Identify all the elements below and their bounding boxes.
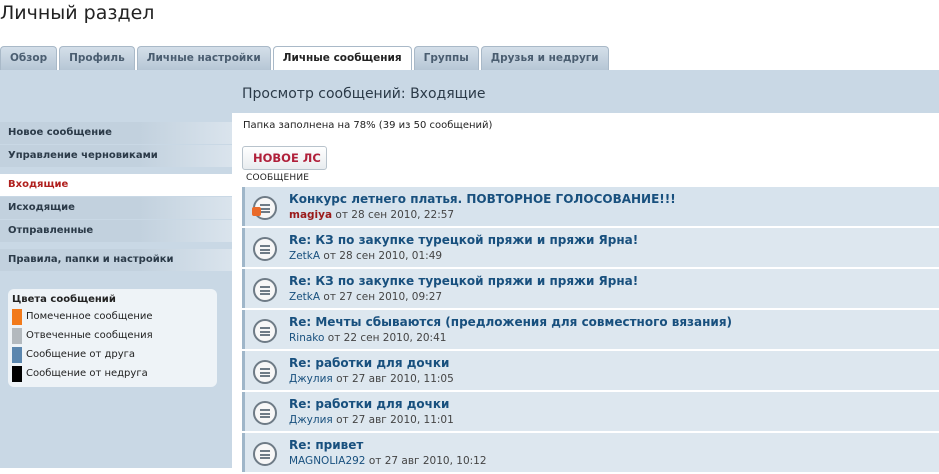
message-unread-icon (252, 196, 277, 220)
message-subject-link[interactable]: Re: КЗ по закупке турецкой пряжи и пряжи… (289, 233, 638, 247)
page-title: Личный раздел (0, 2, 155, 24)
tab-friends-foes[interactable]: Друзья и недруги (480, 46, 609, 70)
message-panel: Папка заполнена на 78% (39 из 50 сообщен… (232, 113, 939, 472)
message-subject-link[interactable]: Re: работки для дочки (289, 356, 449, 370)
message-row[interactable]: Конкурс летнего платья. ПОВТОРНОЕ ГОЛОСО… (242, 187, 939, 226)
message-date: от 27 авг 2010, 11:01 (336, 414, 454, 426)
message-meta: Rinako от 22 сен 2010, 20:41 (289, 332, 446, 344)
message-author-link[interactable]: MAGNOLIA292 (289, 455, 365, 467)
legend-label: Помеченное сообщение (26, 311, 153, 322)
tab-personal-settings[interactable]: Личные настройки (136, 46, 271, 70)
message-date: от 22 сен 2010, 20:41 (327, 332, 447, 344)
message-meta: Джулия от 27 авг 2010, 11:05 (289, 373, 454, 385)
tab-overview[interactable]: Обзор (0, 46, 58, 70)
message-colors-legend: Цвета сообщений Помеченное сообщение Отв… (8, 289, 217, 387)
sidebar-item-new-message[interactable]: Новое сообщение (0, 122, 232, 144)
message-row[interactable]: Re: КЗ по закупке турецкой пряжи и пряжи… (242, 269, 939, 308)
message-read-icon (253, 360, 277, 384)
new-pm-button[interactable]: НОВОЕ ЛС (242, 146, 327, 170)
tab-profile[interactable]: Профиль (59, 46, 135, 70)
message-date: от 27 сен 2010, 09:27 (323, 291, 443, 303)
message-subject-link[interactable]: Re: привет (289, 438, 363, 452)
folder-status: Папка заполнена на 78% (39 из 50 сообщен… (243, 120, 493, 131)
color-swatch (12, 327, 22, 344)
legend-item: Сообщение от недруга (12, 364, 213, 383)
message-row[interactable]: Re: КЗ по закупке турецкой пряжи и пряжи… (242, 228, 939, 267)
message-date: от 28 сен 2010, 22:57 (335, 209, 455, 221)
message-read-icon (253, 319, 277, 343)
message-subject-link[interactable]: Конкурс летнего платья. ПОВТОРНОЕ ГОЛОСО… (289, 192, 676, 206)
legend-label: Отвеченные сообщения (26, 330, 153, 341)
message-row[interactable]: Re: привет MAGNOLIA292 от 27 авг 2010, 1… (242, 433, 939, 472)
sidebar-item-manage-drafts[interactable]: Управление черновиками (0, 145, 232, 167)
message-subject-link[interactable]: Re: Мечты сбываются (предложения для сов… (289, 315, 732, 329)
tab-private-messages[interactable]: Личные сообщения (272, 46, 412, 71)
message-meta: ZetkA от 27 сен 2010, 09:27 (289, 291, 442, 303)
color-swatch (12, 365, 22, 382)
message-author-link[interactable]: Rinako (289, 332, 324, 344)
message-row[interactable]: Re: работки для дочки Джулия от 27 авг 2… (242, 351, 939, 390)
legend-item: Помеченное сообщение (12, 307, 213, 326)
message-date: от 28 сен 2010, 01:49 (323, 250, 443, 262)
color-swatch (12, 308, 22, 325)
message-meta: MAGNOLIA292 от 27 авг 2010, 10:12 (289, 455, 487, 467)
legend-item: Отвеченные сообщения (12, 326, 213, 345)
message-author-link[interactable]: Джулия (289, 373, 333, 385)
sidebar: Новое сообщение Управление черновиками В… (0, 122, 232, 272)
sidebar-item-outbox[interactable]: Исходящие (0, 197, 232, 219)
legend-title: Цвета сообщений (12, 294, 116, 305)
message-subject-link[interactable]: Re: работки для дочки (289, 397, 449, 411)
message-date: от 27 авг 2010, 10:12 (368, 455, 487, 467)
message-author-link[interactable]: magiya (289, 209, 332, 221)
color-swatch (12, 346, 22, 363)
tab-bar: Обзор Профиль Личные настройки Личные со… (0, 46, 611, 71)
sidebar-item-sent[interactable]: Отправленные (0, 220, 232, 242)
tab-groups[interactable]: Группы (413, 46, 479, 70)
message-meta: ZetkA от 28 сен 2010, 01:49 (289, 250, 442, 262)
message-author-link[interactable]: ZetkA (289, 291, 320, 303)
message-read-icon (253, 442, 277, 466)
message-subject-link[interactable]: Re: КЗ по закупке турецкой пряжи и пряжи… (289, 274, 638, 288)
message-meta: Джулия от 27 авг 2010, 11:01 (289, 414, 454, 426)
message-author-link[interactable]: ZetkA (289, 250, 320, 262)
column-header-message: СООБЩЕНИЕ (246, 173, 310, 183)
content-title: Просмотр сообщений: Входящие (242, 86, 486, 102)
legend-label: Сообщение от недруга (26, 368, 148, 379)
message-row[interactable]: Re: работки для дочки Джулия от 27 авг 2… (242, 392, 939, 431)
message-read-icon (253, 278, 277, 302)
sidebar-item-inbox[interactable]: Входящие (0, 174, 232, 196)
message-read-icon (253, 237, 277, 261)
message-list: Конкурс летнего платья. ПОВТОРНОЕ ГОЛОСО… (242, 187, 939, 474)
message-row[interactable]: Re: Мечты сбываются (предложения для сов… (242, 310, 939, 349)
message-read-icon (253, 401, 277, 425)
message-meta: magiya от 28 сен 2010, 22:57 (289, 209, 454, 221)
message-date: от 27 авг 2010, 11:05 (336, 373, 454, 385)
legend-label: Сообщение от друга (26, 349, 136, 360)
legend-item: Сообщение от друга (12, 345, 213, 364)
sidebar-item-rules-folders-settings[interactable]: Правила, папки и настройки (0, 249, 232, 271)
message-author-link[interactable]: Джулия (289, 414, 333, 426)
flag-icon (252, 207, 261, 216)
